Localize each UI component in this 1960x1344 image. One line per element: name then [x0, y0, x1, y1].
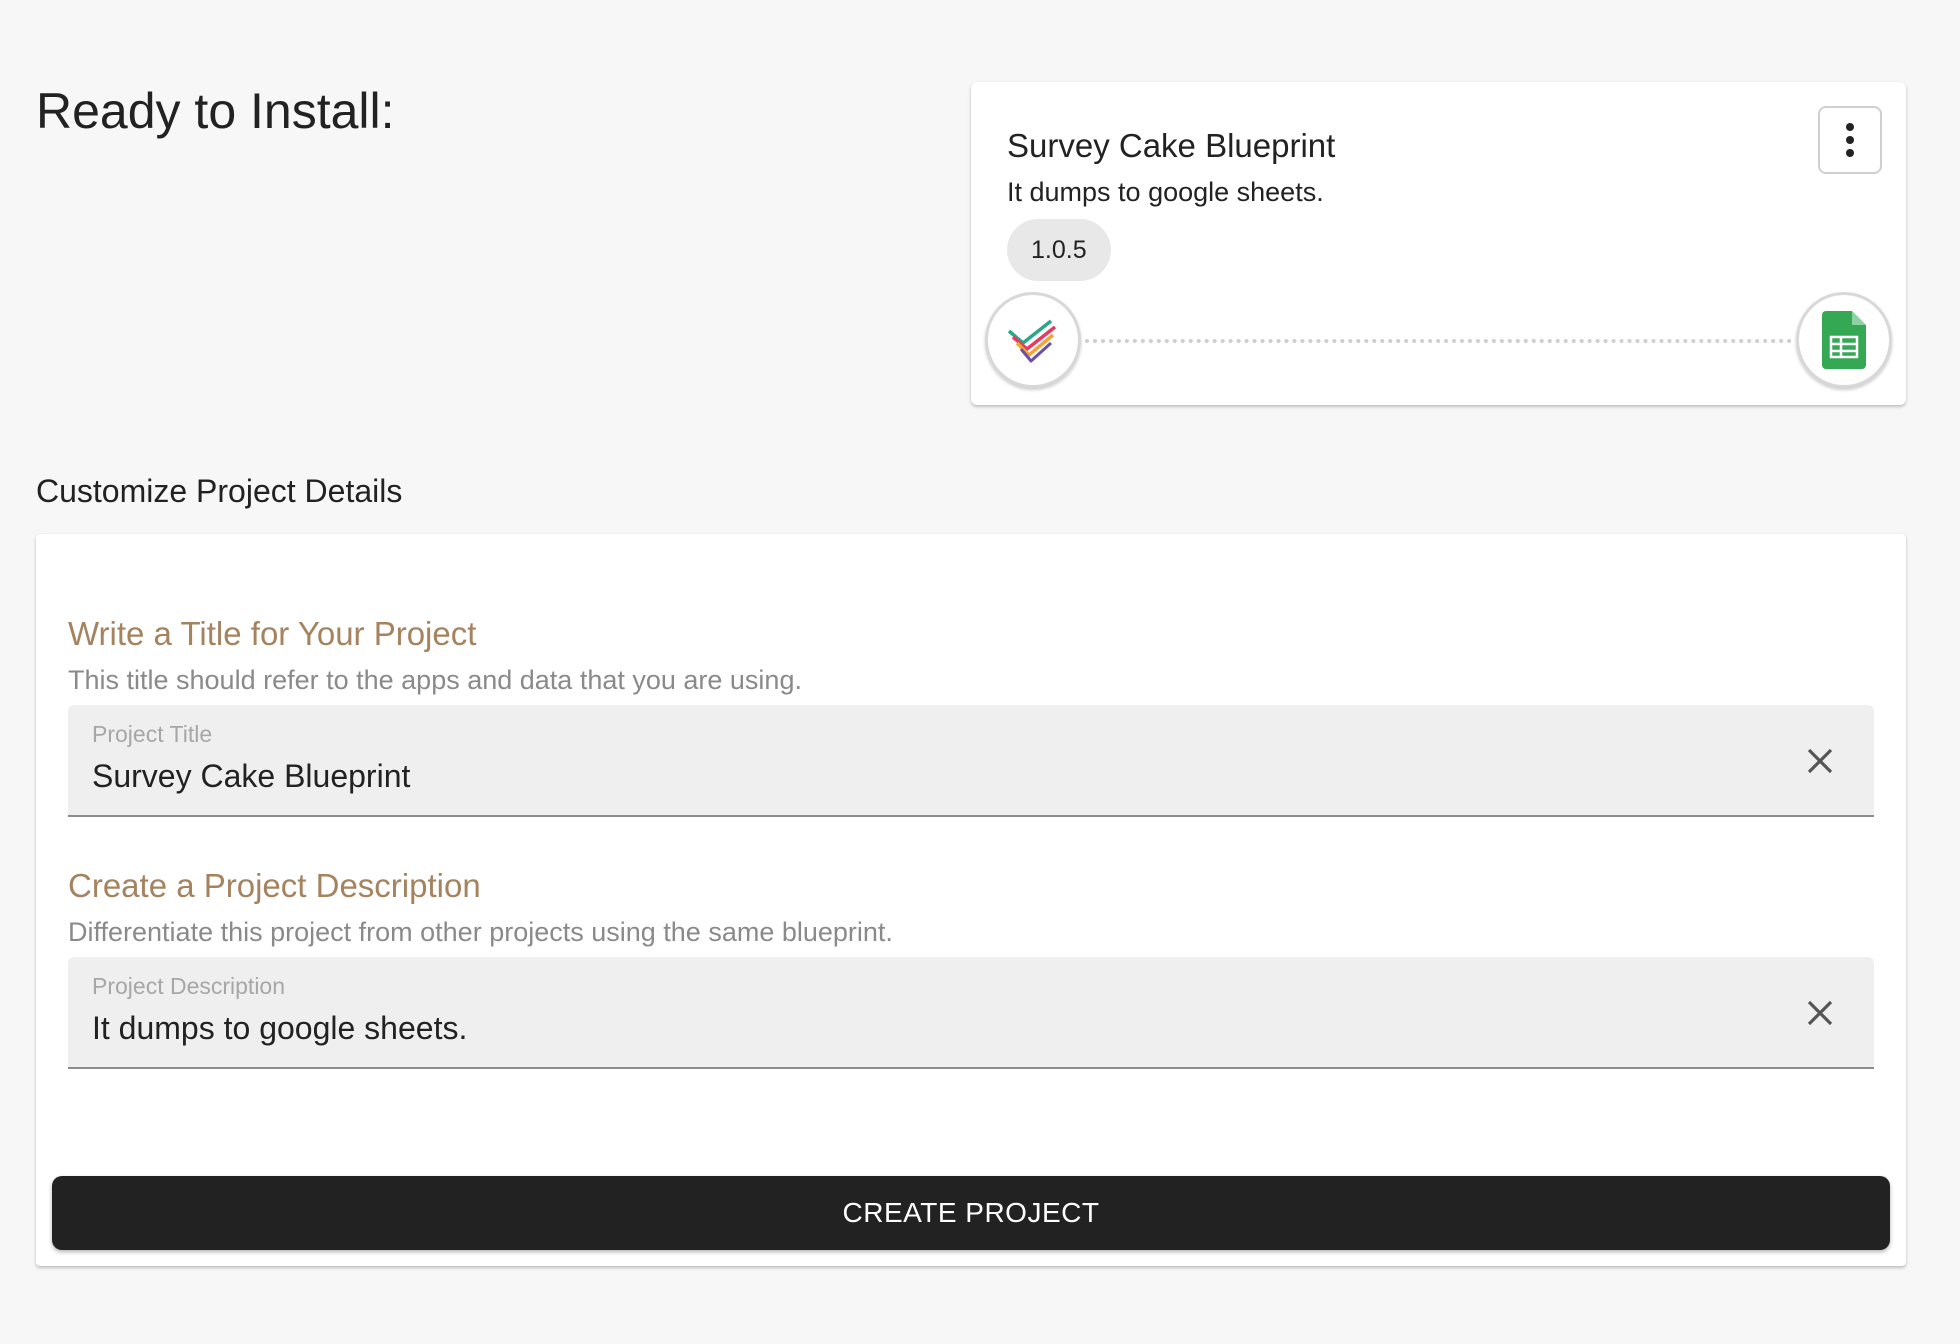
description-field-heading: Create a Project Description: [68, 867, 481, 904]
project-details-card: Write a Title for Your Project This titl…: [36, 534, 1906, 1266]
project-title-input[interactable]: [92, 755, 1752, 797]
surveycake-checkmark-icon: [1007, 319, 1057, 363]
customize-section-title: Customize Project Details: [36, 473, 403, 509]
source-app-badge: [985, 292, 1081, 388]
close-icon: [1807, 748, 1833, 774]
title-field-heading: Write a Title for Your Project: [68, 615, 477, 652]
clear-title-button[interactable]: [1800, 741, 1840, 781]
blueprint-title: Survey Cake Blueprint: [1007, 127, 1336, 164]
close-icon: [1807, 1000, 1833, 1026]
version-badge: 1.0.5: [1007, 219, 1111, 281]
page-title: Ready to Install:: [36, 83, 395, 139]
project-title-label: Project Title: [92, 721, 213, 747]
project-description-field[interactable]: Project Description: [68, 957, 1874, 1069]
blueprint-description: It dumps to google sheets.: [1007, 177, 1324, 207]
target-app-badge: [1796, 292, 1892, 388]
description-field-help: Differentiate this project from other pr…: [68, 917, 893, 947]
project-description-input[interactable]: [92, 1007, 1752, 1049]
google-sheets-icon: [1822, 311, 1866, 369]
clear-description-button[interactable]: [1800, 993, 1840, 1033]
title-field-help: This title should refer to the apps and …: [68, 665, 802, 695]
blueprint-card: Survey Cake Blueprint It dumps to google…: [971, 82, 1906, 405]
more-options-button[interactable]: [1818, 106, 1882, 174]
project-description-label: Project Description: [92, 973, 286, 999]
app-connector: [985, 292, 1892, 392]
project-title-field[interactable]: Project Title: [68, 705, 1874, 817]
more-vertical-icon: [1846, 123, 1854, 157]
connector-line: [1085, 339, 1792, 343]
create-project-button[interactable]: CREATE PROJECT: [52, 1176, 1890, 1250]
page: Ready to Install: Survey Cake Blueprint …: [0, 0, 1960, 1344]
